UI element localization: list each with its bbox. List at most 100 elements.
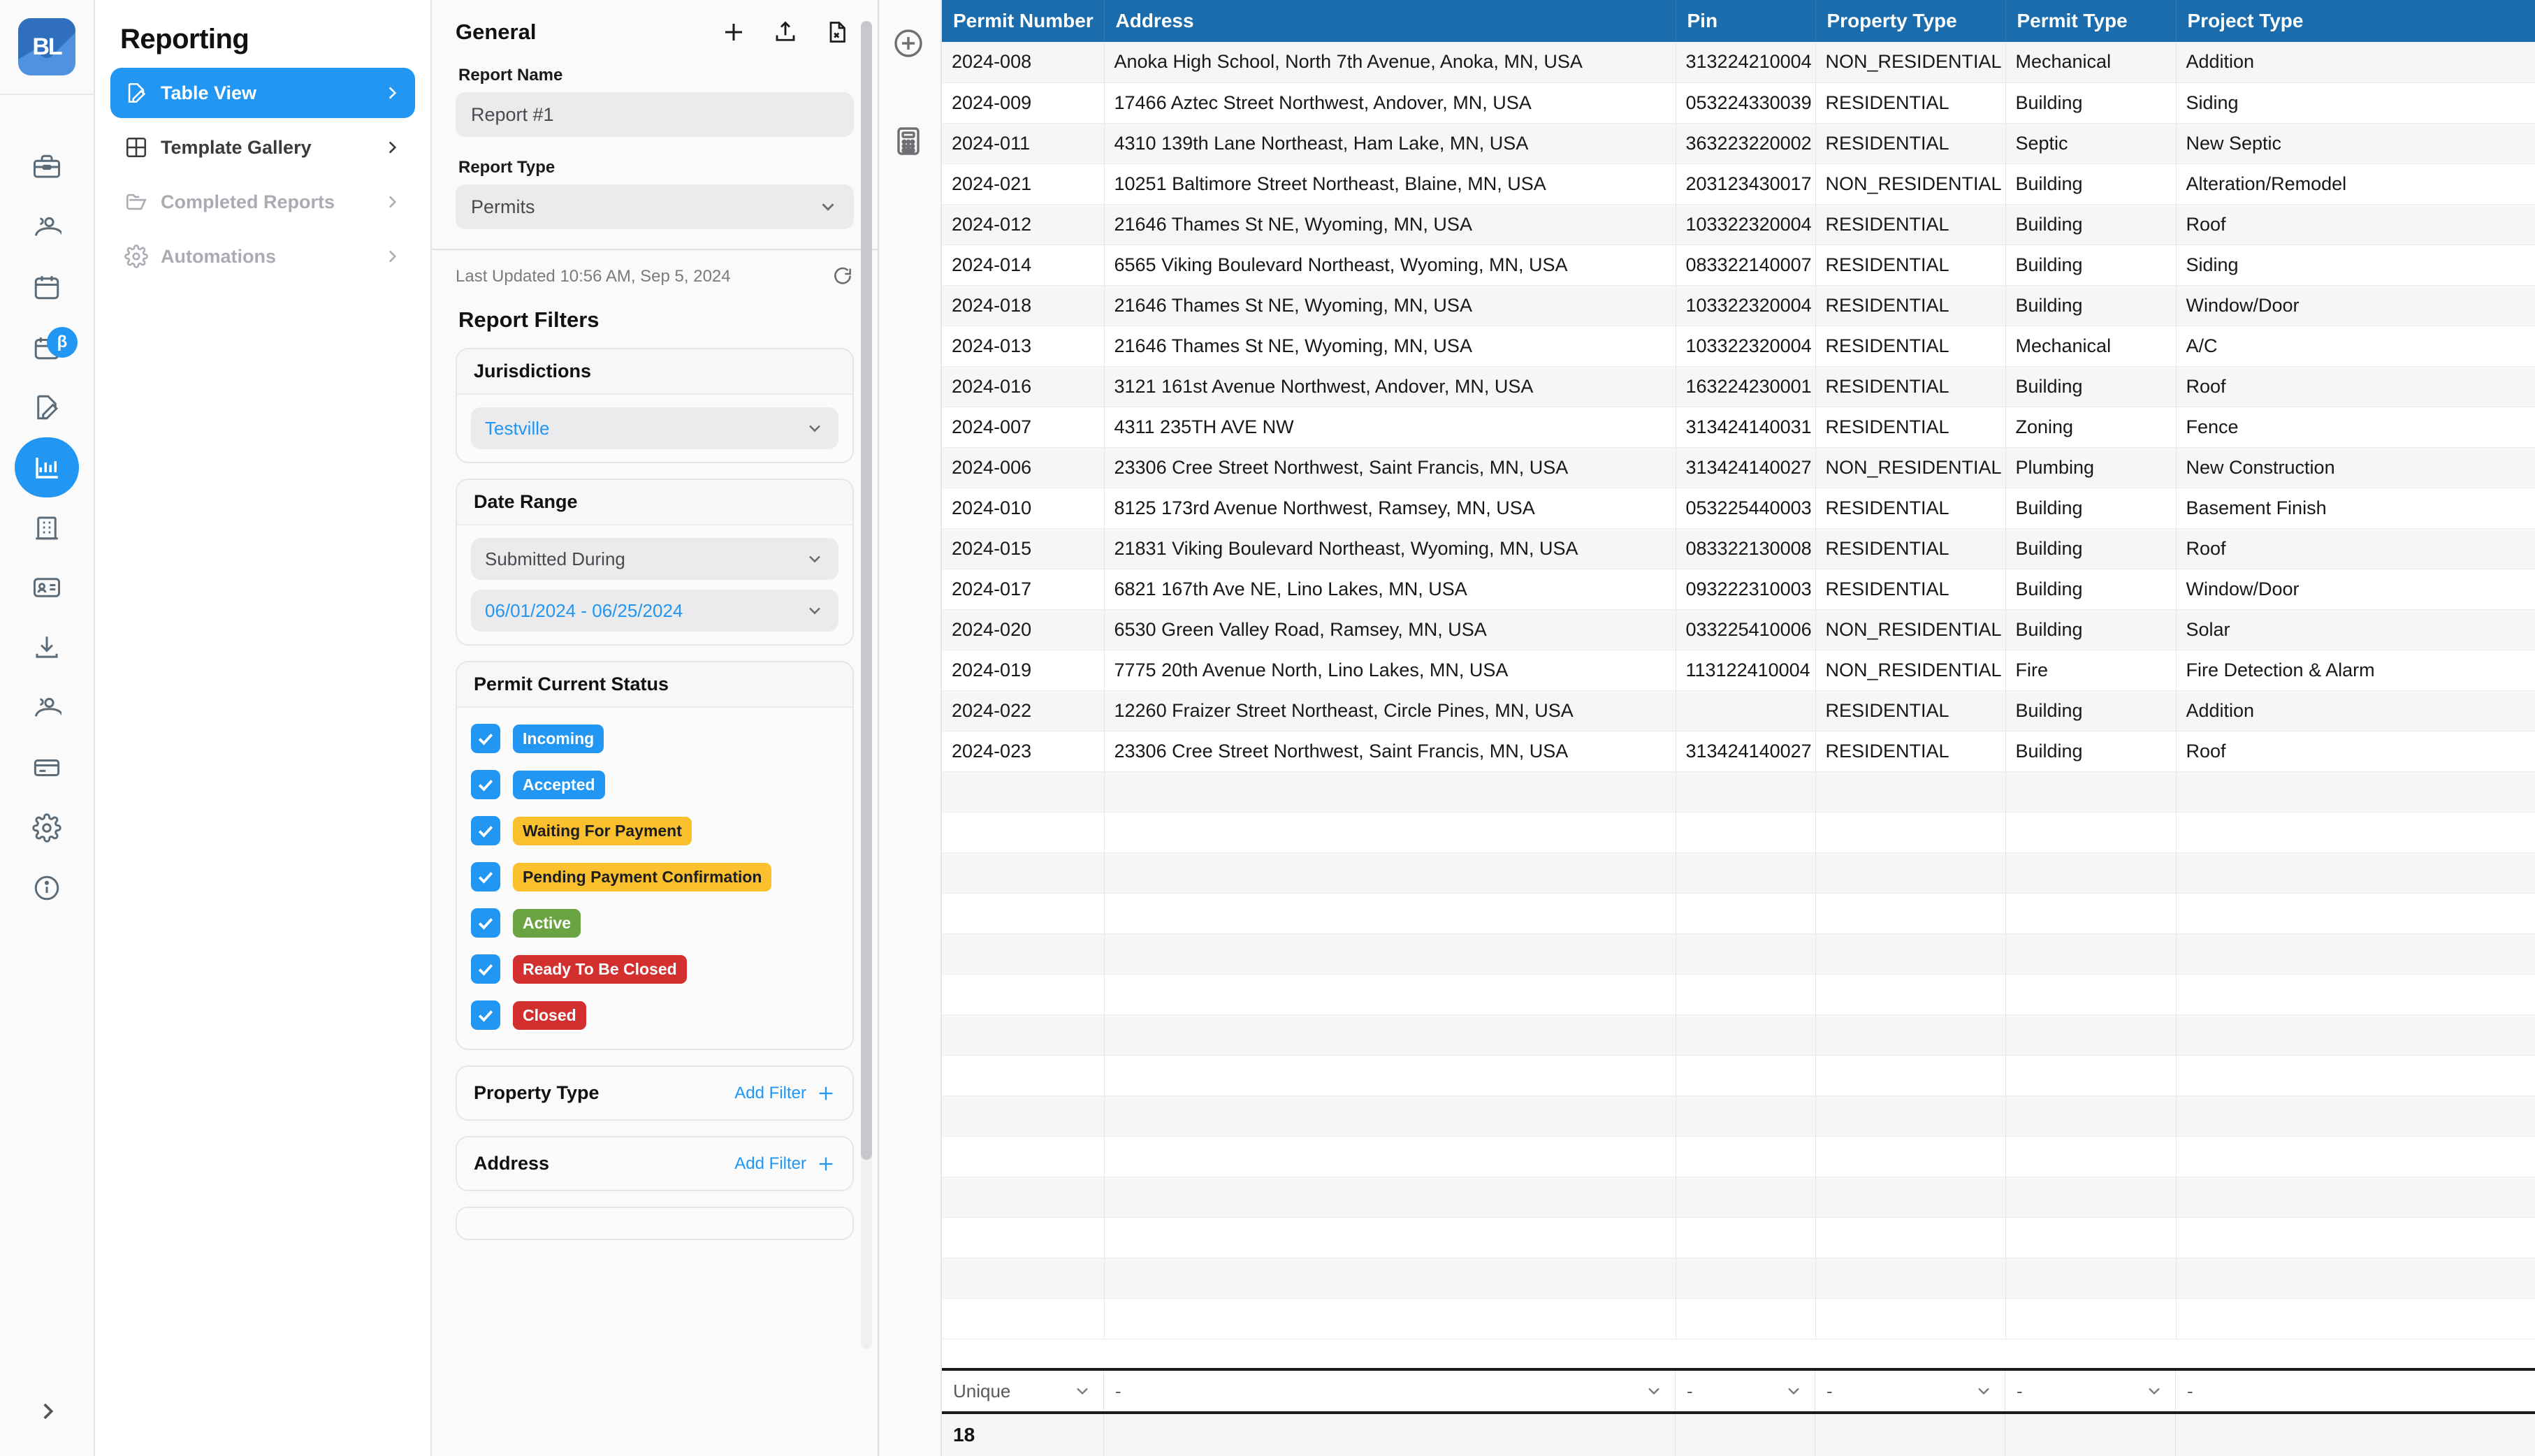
cell-project-type[interactable]: Roof (2176, 528, 2535, 569)
cell-permit-number[interactable]: 2024-011 (942, 123, 1104, 163)
table-row[interactable]: 2024-00917466 Aztec Street Northwest, An… (942, 82, 2535, 123)
table-row[interactable]: 2024-01521831 Viking Boulevard Northeast… (942, 528, 2535, 569)
sidebar-item-template-gallery[interactable]: Template Gallery (110, 122, 415, 173)
cell-pin[interactable]: 203123430017 (1676, 163, 1815, 204)
cell-address[interactable]: 23306 Cree Street Northwest, Saint Franc… (1104, 447, 1676, 488)
cell-pin[interactable]: 313424140027 (1676, 731, 1815, 771)
table-row[interactable]: 2024-0108125 173rd Avenue Northwest, Ram… (942, 488, 2535, 528)
column-header-property-type[interactable]: Property Type (1815, 0, 2005, 42)
cell-property-type[interactable]: RESIDENTIAL (1815, 528, 2005, 569)
cell-permit-number[interactable]: 2024-006 (942, 447, 1104, 488)
rail-item-contacts[interactable] (15, 678, 79, 738)
table-row[interactable]: 2024-0163121 161st Avenue Northwest, And… (942, 366, 2535, 407)
checkbox-checked-icon[interactable] (471, 816, 500, 845)
cell-address[interactable]: 6821 167th Ave NE, Lino Lakes, MN, USA (1104, 569, 1676, 609)
calculator-icon[interactable] (892, 124, 925, 161)
rail-item-document-edit[interactable] (15, 377, 79, 437)
sidebar-item-table-view[interactable]: Table View (110, 68, 415, 118)
cell-address[interactable]: 17466 Aztec Street Northwest, Andover, M… (1104, 82, 1676, 123)
aggregation-cell-address[interactable]: - (1104, 1371, 1676, 1411)
cell-permit-number[interactable]: 2024-022 (942, 690, 1104, 731)
table-row[interactable]: 2024-01321646 Thames St NE, Wyoming, MN,… (942, 326, 2535, 366)
cell-property-type[interactable]: RESIDENTIAL (1815, 488, 2005, 528)
cell-permit-type[interactable]: Building (2005, 690, 2176, 731)
status-option-accepted[interactable]: Accepted (471, 766, 838, 803)
cell-permit-type[interactable]: Building (2005, 488, 2176, 528)
plus-icon[interactable] (816, 1154, 836, 1174)
status-option-closed[interactable]: Closed (471, 997, 838, 1033)
rail-item-reporting[interactable] (15, 437, 79, 497)
aggregation-cell-property-type[interactable]: - (1815, 1371, 2005, 1411)
cell-address[interactable]: 23306 Cree Street Northwest, Saint Franc… (1104, 731, 1676, 771)
add-report-button[interactable] (721, 20, 746, 45)
cell-permit-type[interactable]: Plumbing (2005, 447, 2176, 488)
cell-project-type[interactable]: New Septic (2176, 123, 2535, 163)
cell-permit-number[interactable]: 2024-017 (942, 569, 1104, 609)
cell-pin[interactable]: 313424140027 (1676, 447, 1815, 488)
column-header-address[interactable]: Address (1104, 0, 1676, 42)
table-row[interactable]: 2024-01821646 Thames St NE, Wyoming, MN,… (942, 285, 2535, 326)
table-row[interactable]: 2024-0176821 167th Ave NE, Lino Lakes, M… (942, 569, 2535, 609)
cell-property-type[interactable]: RESIDENTIAL (1815, 569, 2005, 609)
cell-project-type[interactable]: Siding (2176, 82, 2535, 123)
cell-permit-type[interactable]: Building (2005, 569, 2176, 609)
table-row[interactable]: 2024-008Anoka High School, North 7th Ave… (942, 42, 2535, 82)
cell-permit-number[interactable]: 2024-009 (942, 82, 1104, 123)
rail-item-settings[interactable] (15, 798, 79, 858)
column-header-project-type[interactable]: Project Type (2176, 0, 2535, 42)
cell-project-type[interactable]: Roof (2176, 731, 2535, 771)
cell-property-type[interactable]: NON_RESIDENTIAL (1815, 163, 2005, 204)
table-row[interactable]: 2024-02110251 Baltimore Street Northeast… (942, 163, 2535, 204)
refresh-button[interactable] (831, 265, 854, 288)
cell-property-type[interactable]: RESIDENTIAL (1815, 245, 2005, 285)
cell-property-type[interactable]: RESIDENTIAL (1815, 82, 2005, 123)
export-excel-button[interactable] (825, 20, 850, 45)
cell-property-type[interactable]: RESIDENTIAL (1815, 285, 2005, 326)
cell-project-type[interactable]: Basement Finish (2176, 488, 2535, 528)
share-report-button[interactable] (773, 20, 798, 45)
cell-address[interactable]: 21831 Viking Boulevard Northeast, Wyomin… (1104, 528, 1676, 569)
cell-permit-type[interactable]: Septic (2005, 123, 2176, 163)
cell-address[interactable]: 8125 173rd Avenue Northwest, Ramsey, MN,… (1104, 488, 1676, 528)
cell-permit-number[interactable]: 2024-018 (942, 285, 1104, 326)
rail-item-id-card[interactable] (15, 558, 79, 618)
cell-permit-type[interactable]: Building (2005, 609, 2176, 650)
aggregation-cell-permit-number[interactable]: Unique (942, 1371, 1104, 1411)
cell-permit-number[interactable]: 2024-008 (942, 42, 1104, 82)
table-row[interactable]: 2024-0197775 20th Avenue North, Lino Lak… (942, 650, 2535, 690)
cell-permit-type[interactable]: Mechanical (2005, 42, 2176, 82)
cell-address[interactable]: 10251 Baltimore Street Northeast, Blaine… (1104, 163, 1676, 204)
circle-plus-icon[interactable] (892, 27, 925, 64)
cell-permit-type[interactable]: Building (2005, 285, 2176, 326)
cell-property-type[interactable]: RESIDENTIAL (1815, 407, 2005, 447)
rail-item-download[interactable] (15, 618, 79, 678)
rail-item-users[interactable] (15, 197, 79, 257)
cell-permit-type[interactable]: Building (2005, 163, 2176, 204)
date-range-value-select[interactable]: 06/01/2024 - 06/25/2024 (471, 590, 838, 632)
cell-project-type[interactable]: Window/Door (2176, 569, 2535, 609)
cell-property-type[interactable]: RESIDENTIAL (1815, 123, 2005, 163)
status-option-ready-to-be-closed[interactable]: Ready To Be Closed (471, 951, 838, 987)
report-name-input[interactable]: Report #1 (456, 92, 854, 137)
cell-property-type[interactable]: NON_RESIDENTIAL (1815, 650, 2005, 690)
cell-permit-type[interactable]: Building (2005, 245, 2176, 285)
cell-project-type[interactable]: Roof (2176, 366, 2535, 407)
cell-address[interactable]: Anoka High School, North 7th Avenue, Ano… (1104, 42, 1676, 82)
add-filter-link[interactable]: Add Filter (734, 1154, 806, 1174)
cell-project-type[interactable]: Siding (2176, 245, 2535, 285)
cell-project-type[interactable]: Window/Door (2176, 285, 2535, 326)
cell-address[interactable]: 21646 Thames St NE, Wyoming, MN, USA (1104, 285, 1676, 326)
report-panel-scrollbar-thumb[interactable] (861, 21, 872, 1160)
status-option-pending-payment-confirmation[interactable]: Pending Payment Confirmation (471, 859, 838, 895)
cell-address[interactable]: 12260 Fraizer Street Northeast, Circle P… (1104, 690, 1676, 731)
table-row[interactable]: 2024-01221646 Thames St NE, Wyoming, MN,… (942, 204, 2535, 245)
cell-project-type[interactable]: New Construction (2176, 447, 2535, 488)
table-row[interactable]: 2024-02212260 Fraizer Street Northeast, … (942, 690, 2535, 731)
column-header-permit-type[interactable]: Permit Type (2005, 0, 2176, 42)
cell-permit-number[interactable]: 2024-007 (942, 407, 1104, 447)
table-row[interactable]: 2024-0074311 235TH AVE NW313424140031RES… (942, 407, 2535, 447)
cell-property-type[interactable]: RESIDENTIAL (1815, 690, 2005, 731)
cell-pin[interactable]: 103322320004 (1676, 285, 1815, 326)
cell-permit-number[interactable]: 2024-019 (942, 650, 1104, 690)
cell-property-type[interactable]: NON_RESIDENTIAL (1815, 447, 2005, 488)
